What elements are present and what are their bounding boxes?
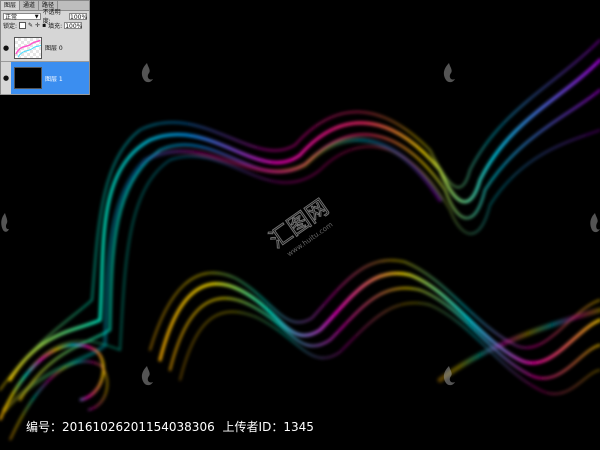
- blend-mode-select[interactable]: 正常 ▼: [3, 12, 41, 21]
- layer-name: 图层 1: [45, 75, 63, 83]
- watermark-logo-icon: [590, 213, 600, 233]
- lock-row: 锁定: ✎ ✛ ▪ 填充: 100%: [1, 21, 89, 30]
- opacity-input[interactable]: 100%: [69, 12, 87, 21]
- layer-row[interactable]: ● 图层 0: [1, 34, 89, 62]
- blend-row: 正常 ▼ 不透明度: 100%: [1, 9, 89, 25]
- chevron-down-icon: ▼: [34, 13, 39, 20]
- eye-icon[interactable]: ●: [1, 34, 11, 61]
- layer-row-selected[interactable]: ● 图层 1: [1, 62, 89, 95]
- lock-brush-icon[interactable]: ✎: [28, 22, 33, 29]
- layer-thumbnail: [14, 67, 42, 89]
- uploader-label: 上传者ID：: [222, 420, 284, 434]
- uploader-value: 1345: [283, 420, 314, 434]
- id-label: 编号：: [26, 420, 63, 434]
- image-caption: 编号：20161026201154038306 上传者ID：1345: [26, 418, 314, 435]
- lock-label: 锁定:: [3, 23, 18, 30]
- tab-channels[interactable]: 通道: [20, 1, 40, 10]
- watermark-logo-icon: [443, 63, 455, 83]
- tab-layers[interactable]: 图层: [1, 1, 21, 10]
- lock-all-icon[interactable]: ▪: [42, 22, 46, 29]
- watermark-logo-icon: [443, 366, 455, 386]
- fill-label: 填充:: [48, 23, 63, 30]
- fill-input[interactable]: 100%: [64, 22, 82, 30]
- layer-thumbnail: [14, 36, 42, 59]
- watermark-logo-icon: [141, 366, 153, 386]
- eye-icon[interactable]: ●: [1, 62, 11, 94]
- watermark-logo-icon: [141, 63, 153, 83]
- watermark-logo-icon: [1, 213, 10, 232]
- ribbon-lower: [149, 259, 600, 395]
- id-value: 20161026201154038306: [62, 420, 215, 434]
- layer-name: 图层 0: [45, 45, 63, 52]
- blend-mode-value: 正常: [5, 13, 18, 21]
- layers-panel: 图层 通道 路径 正常 ▼ 不透明度: 100% 锁定: ✎ ✛ ▪ 填充: 1…: [0, 0, 90, 95]
- huitu-brand-watermark: 汇图网 www.huitu.com: [265, 195, 335, 259]
- lock-move-icon[interactable]: ✛: [35, 22, 40, 29]
- lock-transparent-checkbox[interactable]: [19, 22, 27, 29]
